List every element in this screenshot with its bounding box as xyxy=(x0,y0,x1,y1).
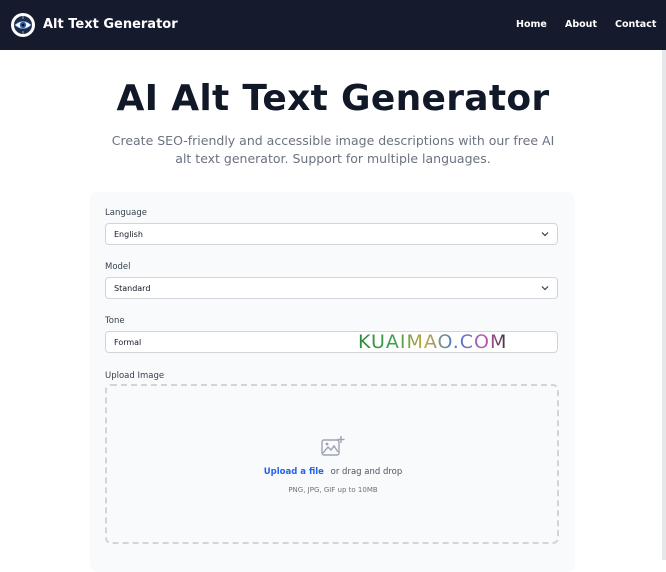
drag-drop-text: or drag and drop xyxy=(330,467,403,477)
language-select-value: English xyxy=(114,230,143,239)
nav-link-about[interactable]: About xyxy=(565,19,597,30)
page-scrollbar[interactable] xyxy=(662,50,666,560)
nav-link-home[interactable]: Home xyxy=(516,19,547,30)
model-label: Model xyxy=(105,262,131,272)
language-select[interactable]: English xyxy=(105,223,558,245)
upload-file-hint: PNG, JPG, GIF up to 10MB xyxy=(288,486,378,494)
page-subtitle: Create SEO-friendly and accessible image… xyxy=(111,133,555,166)
model-select[interactable]: Standard xyxy=(105,277,558,299)
watermark-text-content: KUAIMAO.COM xyxy=(358,331,508,353)
page-title: AI Alt Text Generator xyxy=(116,78,550,119)
brand-name[interactable]: Alt Text Generator xyxy=(43,17,178,32)
nav-link-contact[interactable]: Contact xyxy=(615,19,656,30)
upload-dropzone[interactable] xyxy=(105,384,559,544)
upload-file-link[interactable]: Upload a file xyxy=(264,467,324,477)
top-navbar: Alt Text Generator Home About Contact xyxy=(0,0,666,50)
model-select-value: Standard xyxy=(114,284,151,293)
upload-image-label: Upload Image xyxy=(105,371,165,381)
chevron-down-icon xyxy=(541,232,549,237)
chevron-down-icon xyxy=(541,286,549,291)
tone-label: Tone xyxy=(105,316,125,326)
upload-instructions: Upload a file or drag and drop xyxy=(0,467,666,477)
image-upload-icon xyxy=(321,436,345,456)
eye-logo-icon[interactable] xyxy=(11,13,35,37)
watermark-text: KUAIMAO.COM xyxy=(358,331,507,353)
language-label: Language xyxy=(105,208,147,218)
